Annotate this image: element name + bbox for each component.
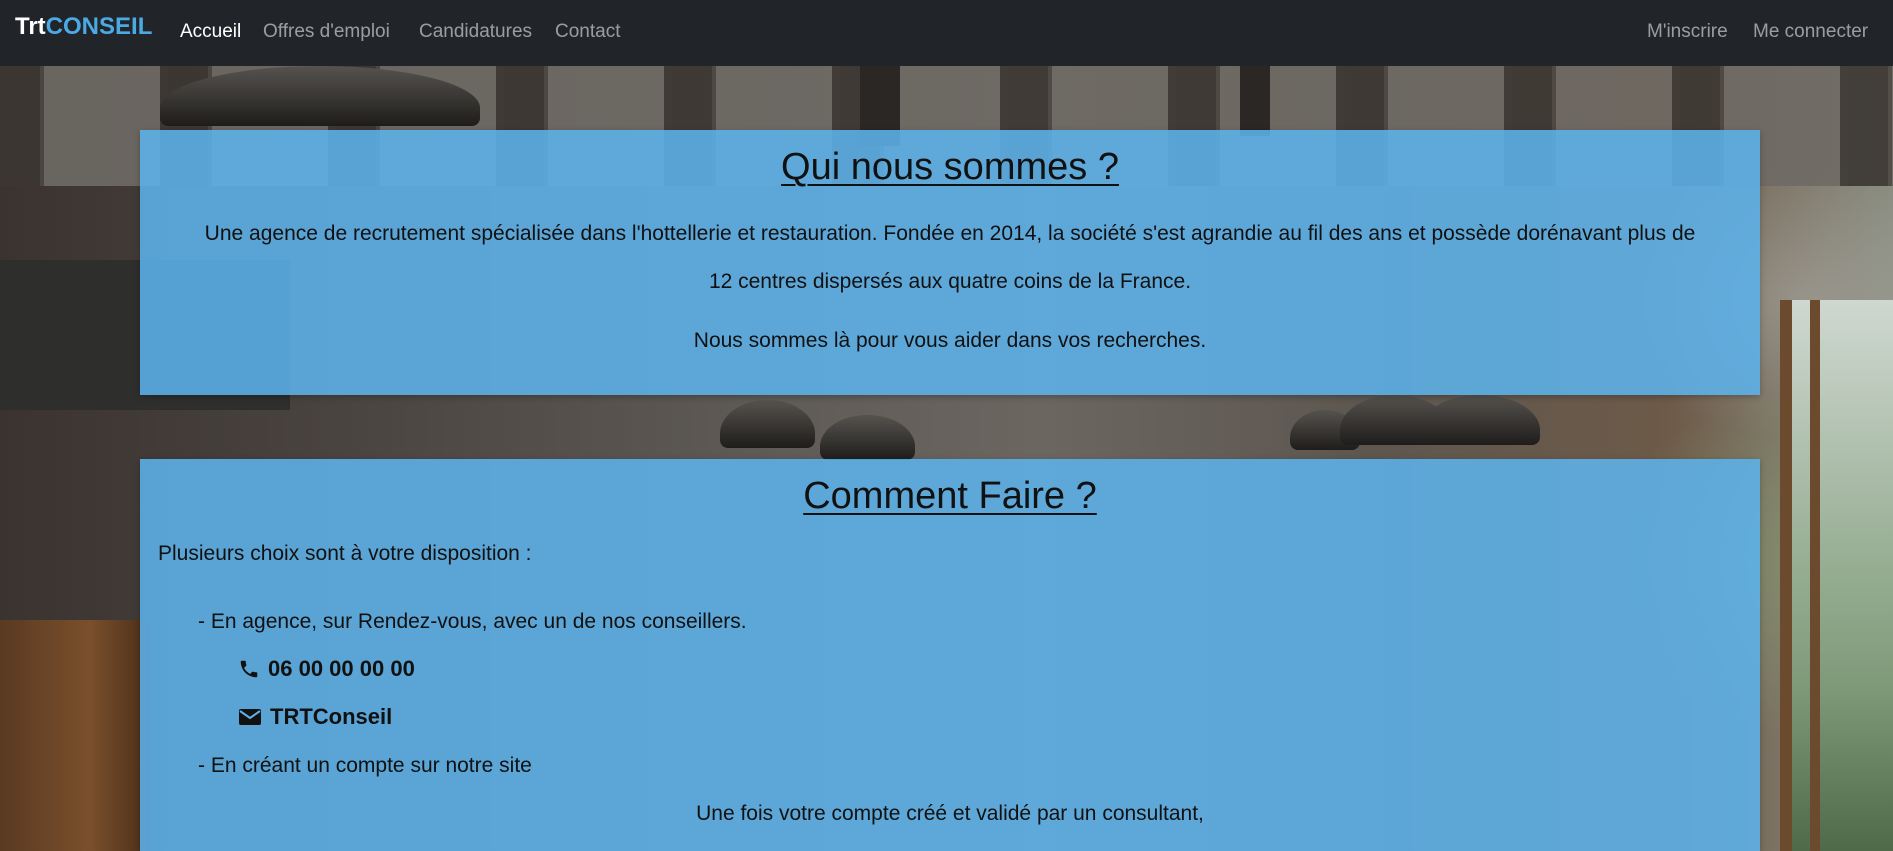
howto-card: Comment Faire ? Plusieurs choix sont à v…: [140, 459, 1760, 851]
nav-link-accueil[interactable]: Accueil: [180, 20, 241, 44]
phone-number: 06 00 00 00 00: [268, 656, 415, 681]
phone-icon: [240, 660, 258, 678]
ceiling-beam: [1240, 66, 1270, 136]
about-help-text: Nous sommes là pour vous aider dans vos …: [693, 329, 1207, 352]
email-address: TRTConseil: [270, 704, 393, 729]
howto-outro: Une fois votre compte créé et validé par…: [696, 802, 1204, 825]
nav-link-offres[interactable]: Offres d'emploi: [263, 20, 390, 44]
brand-logo[interactable]: TrtCONSEIL: [15, 12, 152, 42]
window-frame: [1780, 300, 1792, 851]
howto-intro: Plusieurs choix sont à votre disposition…: [158, 542, 532, 565]
option-account: - En créant un compte sur notre site: [198, 754, 532, 777]
howto-title: Comment Faire ?: [803, 475, 1097, 517]
option-agency: - En agence, sur Rendez-vous, avec un de…: [198, 610, 747, 633]
nav-link-contact[interactable]: Contact: [555, 20, 620, 44]
pendant-lamp: [720, 400, 815, 448]
about-description: Une agence de recrutement spécialisée da…: [204, 222, 1696, 293]
register-link[interactable]: M'inscrire: [1647, 20, 1728, 44]
brand-prefix: Trt: [15, 13, 46, 40]
window-frame: [1810, 300, 1820, 851]
wooden-counter: [0, 620, 150, 851]
about-card: Qui nous sommes ? Une agence de recrutem…: [140, 130, 1760, 395]
window: [1790, 300, 1893, 851]
login-link[interactable]: Me connecter: [1753, 20, 1868, 44]
brand-suffix: CONSEIL: [45, 13, 153, 40]
envelope-icon: [239, 709, 261, 725]
nav-link-candidatures[interactable]: Candidatures: [419, 20, 532, 44]
pendant-lamp: [820, 415, 915, 460]
pendant-lamp: [1420, 395, 1540, 445]
about-title: Qui nous sommes ?: [781, 146, 1119, 188]
email-contact: TRTConseil: [238, 702, 392, 732]
navbar: TrtCONSEIL Accueil Offres d'emploi Candi…: [0, 0, 1893, 66]
phone-contact: 06 00 00 00 00: [238, 654, 415, 684]
